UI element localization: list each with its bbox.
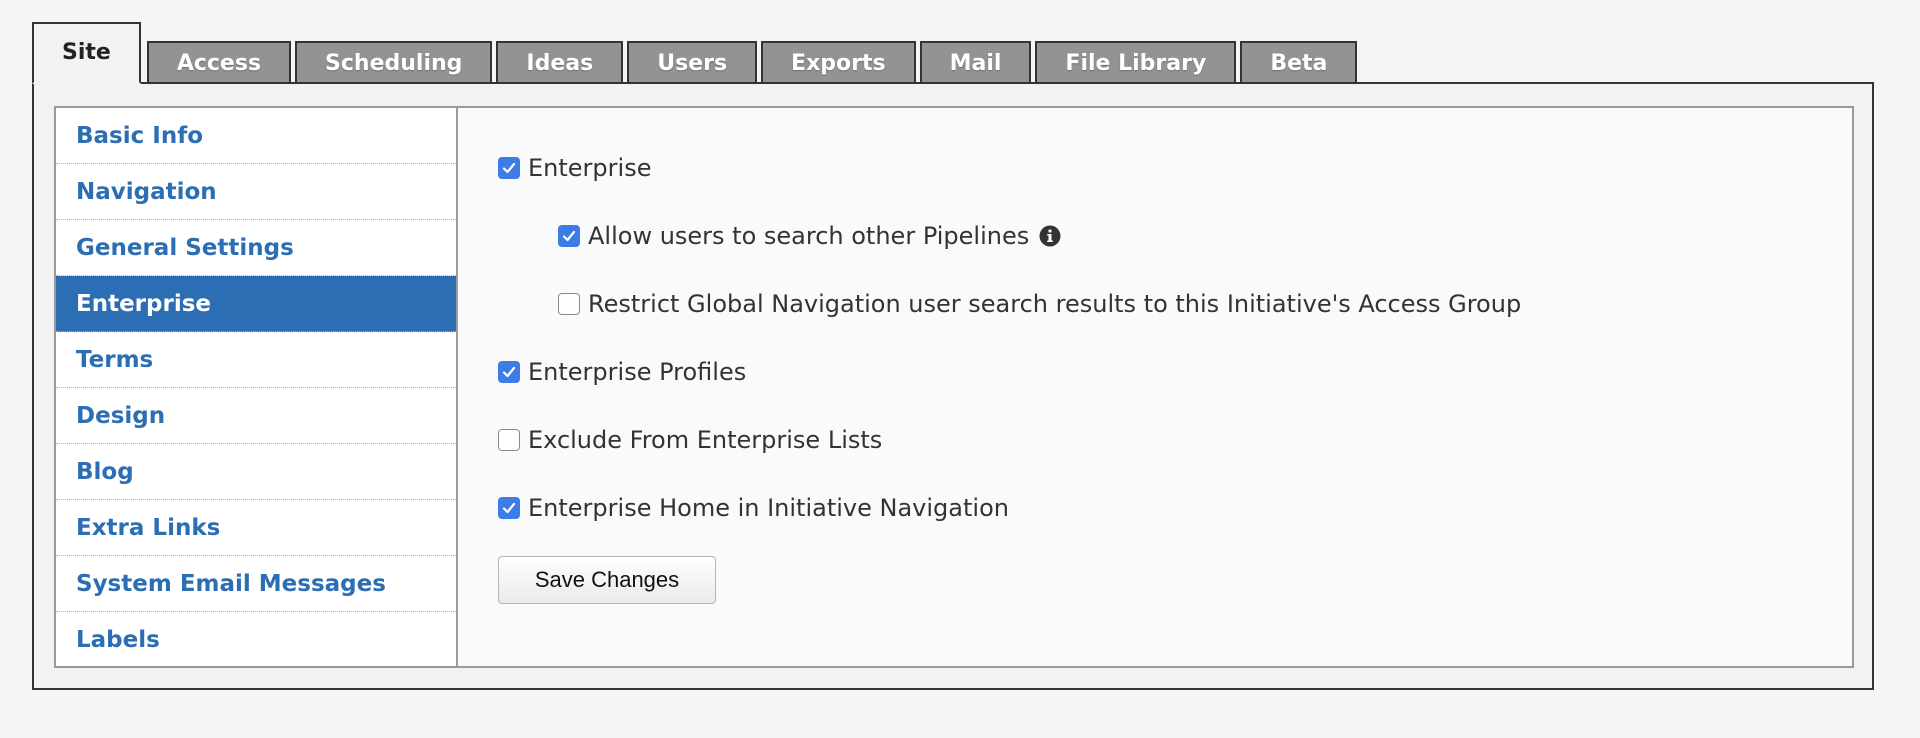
sidebar-item-general-settings[interactable]: General Settings <box>56 220 456 276</box>
tab-file-library[interactable]: File Library <box>1035 41 1237 84</box>
enterprise-label: Enterprise <box>528 154 652 182</box>
checkmark-icon <box>502 366 516 378</box>
checkmark-icon <box>502 162 516 174</box>
sidebar-item-design[interactable]: Design <box>56 388 456 444</box>
tab-ideas[interactable]: Ideas <box>496 41 624 84</box>
enterprise-profiles-checkbox[interactable] <box>498 361 520 383</box>
sidebar-item-labels[interactable]: Labels <box>56 612 456 668</box>
exclude-enterprise-lists-label: Exclude From Enterprise Lists <box>528 426 883 454</box>
restrict-global-navigation-label: Restrict Global Navigation user search r… <box>588 290 1522 318</box>
sidebar-item-navigation[interactable]: Navigation <box>56 164 456 220</box>
allow-search-pipelines-label: Allow users to search other Pipelines <box>588 222 1030 250</box>
sidebar-item-extra-links[interactable]: Extra Links <box>56 500 456 556</box>
info-circle-icon[interactable] <box>1039 225 1061 247</box>
checkmark-icon <box>562 230 576 242</box>
sidebar-item-blog[interactable]: Blog <box>56 444 456 500</box>
sidebar-item-basic-info[interactable]: Basic Info <box>56 108 456 164</box>
sidebar-item-system-email-messages[interactable]: System Email Messages <box>56 556 456 612</box>
enterprise-profiles-label: Enterprise Profiles <box>528 358 747 386</box>
sidebar-item-enterprise[interactable]: Enterprise <box>56 276 456 332</box>
tab-access[interactable]: Access <box>146 41 292 84</box>
tab-users[interactable]: Users <box>627 41 758 84</box>
restrict-global-navigation-checkbox[interactable] <box>558 293 580 315</box>
tab-scheduling[interactable]: Scheduling <box>295 41 493 84</box>
enterprise-home-navigation-checkbox[interactable] <box>498 497 520 519</box>
option-exclude-enterprise-lists: Exclude From Enterprise Lists <box>498 426 882 454</box>
settings-content: Enterprise Allow users to search other P… <box>458 108 1852 666</box>
enterprise-checkbox[interactable] <box>498 157 520 179</box>
option-enterprise: Enterprise <box>498 154 651 182</box>
settings-inner-box: Basic Info Navigation General Settings E… <box>54 106 1854 668</box>
exclude-enterprise-lists-checkbox[interactable] <box>498 429 520 451</box>
settings-panel: Basic Info Navigation General Settings E… <box>32 82 1874 690</box>
option-allow-search-pipelines: Allow users to search other Pipelines <box>558 222 1061 250</box>
sidebar-item-terms[interactable]: Terms <box>56 332 456 388</box>
tab-exports[interactable]: Exports <box>761 41 916 84</box>
enterprise-home-navigation-label: Enterprise Home in Initiative Navigation <box>528 494 1009 522</box>
tab-mail[interactable]: Mail <box>919 41 1032 84</box>
tab-bar: Site Access Scheduling Ideas Users Expor… <box>32 22 1361 84</box>
tab-site[interactable]: Site <box>32 22 141 84</box>
settings-sidebar: Basic Info Navigation General Settings E… <box>56 108 458 666</box>
option-enterprise-home-navigation: Enterprise Home in Initiative Navigation <box>498 494 1009 522</box>
option-restrict-global-navigation: Restrict Global Navigation user search r… <box>558 290 1521 318</box>
checkmark-icon <box>502 502 516 514</box>
allow-search-pipelines-checkbox[interactable] <box>558 225 580 247</box>
tab-beta[interactable]: Beta <box>1240 41 1358 84</box>
save-changes-button[interactable]: Save Changes <box>498 556 716 604</box>
option-enterprise-profiles: Enterprise Profiles <box>498 358 746 386</box>
